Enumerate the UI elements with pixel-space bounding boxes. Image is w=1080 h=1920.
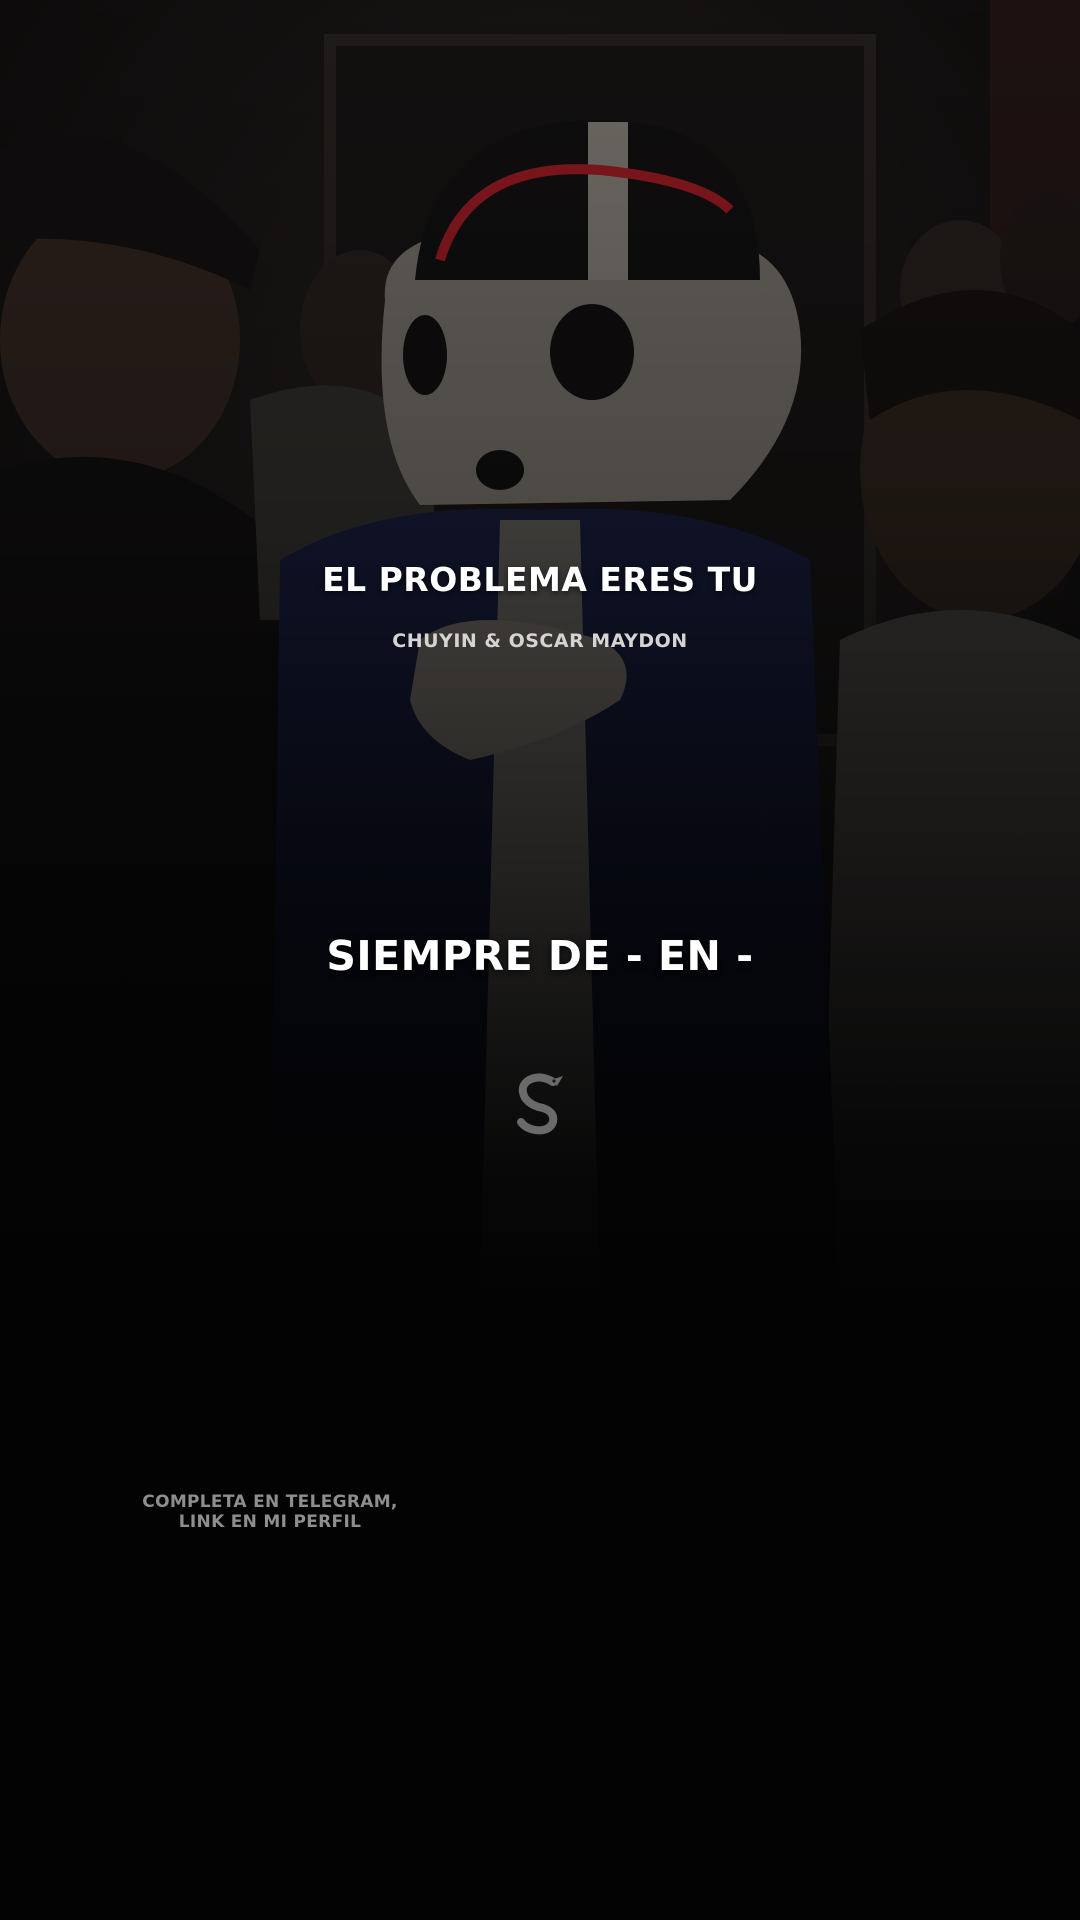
promo-line-1: COMPLETA EN TELEGRAM, <box>142 1492 398 1512</box>
song-artist: CHUYIN & OSCAR MAYDON <box>392 630 688 652</box>
lyric-line: SIEMPRE DE - EN - <box>326 932 754 980</box>
promo-line-2: LINK EN MI PERFIL <box>178 1512 362 1532</box>
lyric-video-frame: EL PROBLEMA ERES TU CHUYIN & OSCAR MAYDO… <box>0 0 1080 1920</box>
telegram-promo: COMPLETA EN TELEGRAM, LINK EN MI PERFIL <box>120 1492 420 1532</box>
song-title: EL PROBLEMA ERES TU <box>322 560 758 599</box>
snake-icon <box>513 1072 567 1138</box>
